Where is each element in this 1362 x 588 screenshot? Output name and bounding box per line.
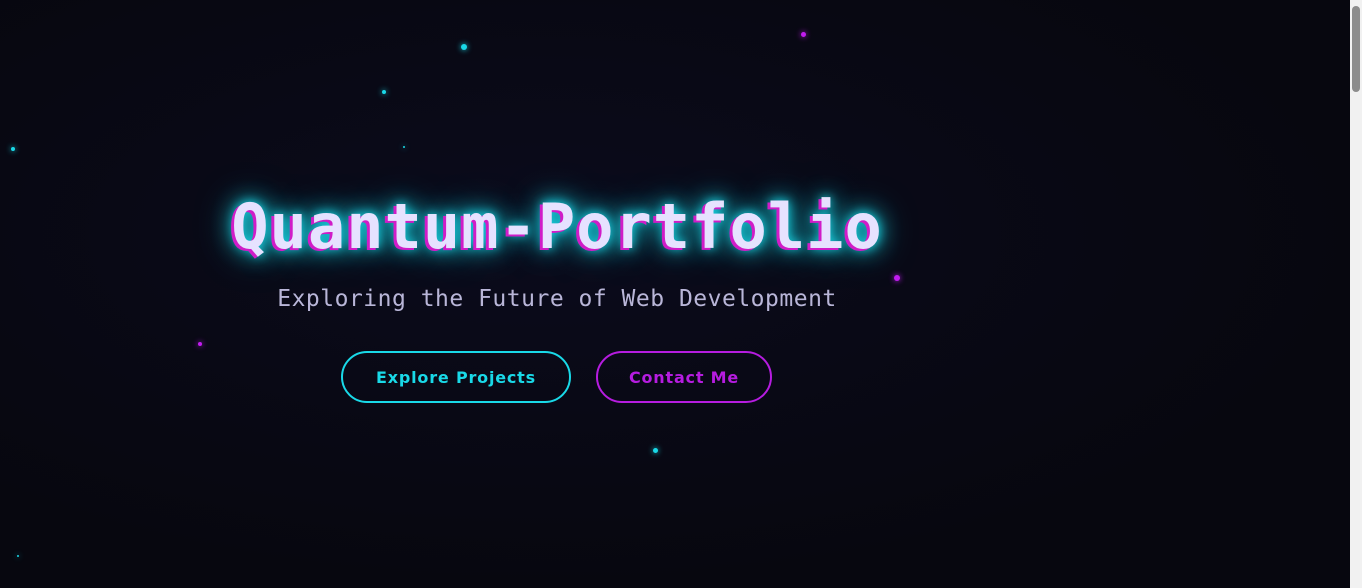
page: Quantum-Portfolio Exploring the Future o… <box>0 0 1362 588</box>
contact-me-button[interactable]: Contact Me <box>596 351 772 403</box>
hero-subtitle: Exploring the Future of Web Development <box>277 286 837 312</box>
explore-projects-button[interactable]: Explore Projects <box>341 351 571 403</box>
hero-section: Quantum-Portfolio Exploring the Future o… <box>0 0 1114 588</box>
scrollbar-thumb[interactable] <box>1352 6 1360 92</box>
hero-title: Quantum-Portfolio <box>231 190 883 263</box>
page-scrollbar[interactable] <box>1350 0 1362 588</box>
